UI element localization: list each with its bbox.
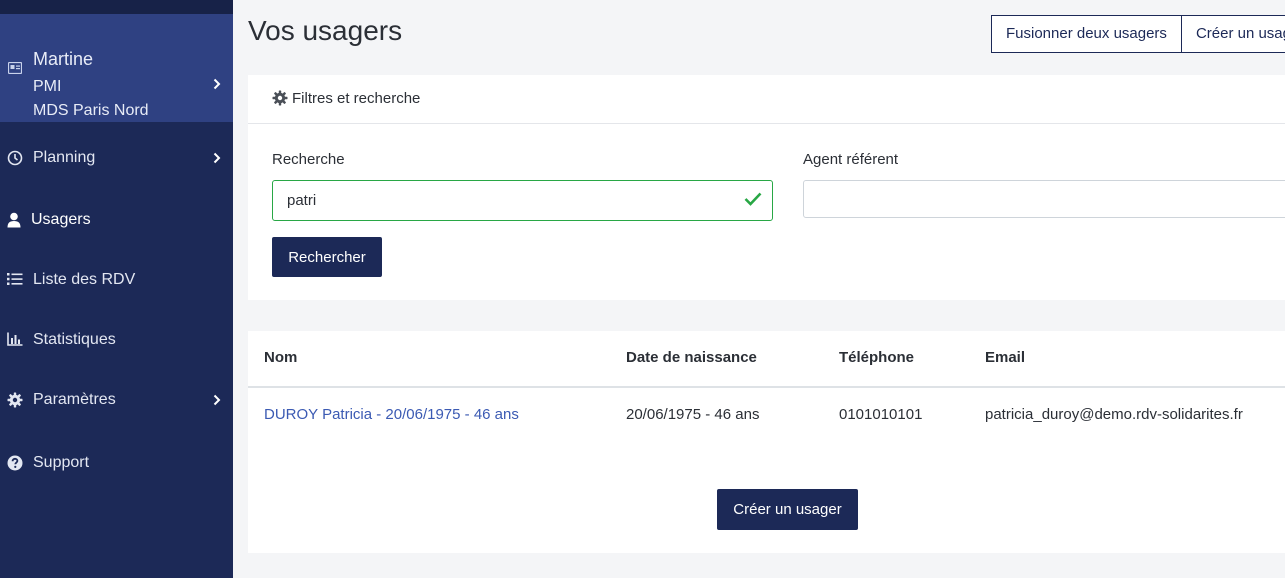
- usager-link[interactable]: DUROY Patricia - 20/06/1975 - 46 ans: [264, 406, 519, 423]
- sidebar-top-strip: [0, 0, 233, 14]
- create-usager-button[interactable]: Créer un usager: [717, 489, 858, 530]
- filters-card: Filtres et recherche Recherche Agent réf…: [248, 75, 1285, 300]
- sidebar-item-label: Support: [33, 454, 90, 471]
- agent-referent-select[interactable]: [803, 180, 1285, 218]
- results-table-card: Nom Date de naissance Téléphone Email DU…: [248, 331, 1285, 553]
- question-circle-icon: [7, 455, 23, 471]
- merge-usagers-button[interactable]: Fusionner deux usagers: [991, 15, 1182, 53]
- page-title: Vos usagers: [248, 15, 403, 46]
- column-header-email[interactable]: Email: [985, 349, 1025, 366]
- clock-icon: [7, 150, 23, 166]
- profile-name: Martine: [33, 49, 94, 69]
- agent-referent-label: Agent référent: [803, 151, 899, 168]
- sidebar-item-label: Usagers: [31, 211, 91, 228]
- create-usager-header-button[interactable]: Créer un usager: [1181, 15, 1285, 53]
- column-header-telephone[interactable]: Téléphone: [839, 349, 914, 366]
- profile-lieu: MDS Paris Nord: [33, 102, 149, 119]
- sidebar-item-usagers[interactable]: Usagers: [0, 200, 233, 240]
- search-button[interactable]: Rechercher: [272, 237, 382, 277]
- column-header-nom[interactable]: Nom: [264, 349, 297, 366]
- search-label: Recherche: [272, 151, 345, 168]
- sidebar-item-liste-rdv[interactable]: Liste des RDV: [0, 260, 233, 300]
- cell-telephone: 0101010101: [839, 406, 923, 423]
- sidebar-item-statistiques[interactable]: Statistiques: [0, 320, 233, 360]
- sidebar-item-label: Liste des RDV: [33, 271, 136, 288]
- profile-organisation: PMI: [33, 78, 62, 95]
- id-card-icon: [8, 62, 22, 74]
- list-icon: [7, 273, 23, 285]
- profile-switcher[interactable]: Martine PMI MDS Paris Nord: [0, 14, 233, 122]
- cell-date-naissance: 20/06/1975 - 46 ans: [626, 406, 760, 423]
- sidebar-item-label: Planning: [33, 149, 96, 166]
- chevron-right-icon: [213, 78, 221, 90]
- sidebar-item-support[interactable]: Support: [0, 443, 233, 483]
- sidebar-item-planning[interactable]: Planning: [0, 138, 233, 178]
- filters-header[interactable]: Filtres et recherche: [248, 75, 1285, 124]
- bar-chart-icon: [7, 332, 23, 346]
- chevron-right-icon: [213, 394, 221, 406]
- check-icon: [744, 192, 762, 206]
- table-header-divider: [248, 386, 1285, 388]
- gear-icon: [7, 392, 23, 408]
- user-icon: [7, 212, 21, 228]
- gear-icon: [272, 90, 288, 106]
- column-header-date-naissance[interactable]: Date de naissance: [626, 349, 757, 366]
- sidebar-item-parametres[interactable]: Paramètres: [0, 380, 233, 420]
- cell-email: patricia_duroy@demo.rdv-solidarites.fr: [985, 406, 1243, 423]
- filters-title: Filtres et recherche: [292, 90, 421, 107]
- sidebar-item-label: Paramètres: [33, 391, 116, 408]
- sidebar-item-label: Statistiques: [33, 331, 116, 348]
- chevron-right-icon: [213, 152, 221, 164]
- sidebar: Martine PMI MDS Paris Nord Planning Usag…: [0, 0, 233, 578]
- search-input[interactable]: [272, 180, 773, 221]
- header-actions: Fusionner deux usagers Créer un usager: [991, 15, 1285, 53]
